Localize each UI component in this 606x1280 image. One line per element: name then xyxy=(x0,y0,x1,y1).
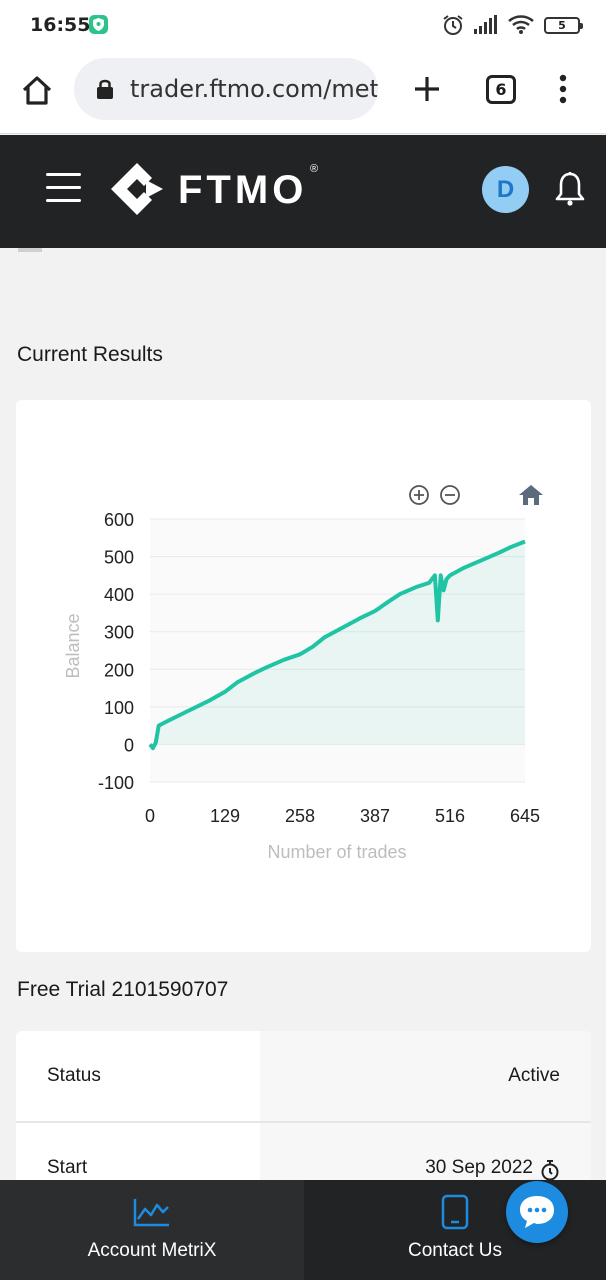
lock-icon xyxy=(97,79,113,99)
nav-account-metrix[interactable]: Account MetriX xyxy=(0,1180,304,1280)
zoom-out-icon[interactable] xyxy=(439,484,461,506)
status-icons: 5 xyxy=(442,13,583,37)
chat-button[interactable] xyxy=(506,1181,568,1243)
status-bar: 16:55 5 xyxy=(0,0,606,50)
tab-switcher-button[interactable]: 6 xyxy=(486,75,516,104)
url-text: trader.ftmo.com/metr xyxy=(130,75,378,103)
start-label: Start xyxy=(47,1157,88,1178)
status-time: 16:55 xyxy=(30,14,91,36)
app-header: FTMO ® D xyxy=(0,135,606,248)
url-bar[interactable]: trader.ftmo.com/metr xyxy=(74,58,378,120)
collapsed-element-edge xyxy=(18,248,42,252)
bell-icon[interactable] xyxy=(554,171,586,207)
chart-line-icon xyxy=(133,1199,169,1227)
home-icon[interactable] xyxy=(20,73,54,107)
hamburger-icon[interactable] xyxy=(46,171,82,205)
wifi-icon xyxy=(508,15,534,34)
signal-icon xyxy=(474,15,497,34)
nav-account-metrix-label: Account MetriX xyxy=(87,1240,217,1261)
shield-icon xyxy=(89,15,108,34)
chart-card xyxy=(16,400,591,952)
avatar[interactable]: D xyxy=(482,166,529,213)
phone-icon xyxy=(441,1194,469,1230)
nav-contact-us-label: Contact Us xyxy=(408,1240,502,1261)
home-icon[interactable] xyxy=(518,483,544,507)
plus-icon[interactable] xyxy=(410,72,444,106)
chat-bubble-icon xyxy=(520,1196,554,1228)
registered-mark: ® xyxy=(310,163,319,175)
status-label: Status xyxy=(47,1065,101,1086)
brand-name: FTMO xyxy=(178,168,308,212)
account-title: Free Trial 2101590707 xyxy=(17,978,229,1001)
ftmo-logo-icon xyxy=(111,163,163,215)
more-vert-icon[interactable] xyxy=(552,72,574,106)
battery-indicator: 5 xyxy=(544,16,583,34)
table-row: Status Active xyxy=(16,1031,591,1123)
stopwatch-icon[interactable] xyxy=(540,1159,560,1181)
alarm-icon xyxy=(443,15,463,35)
status-value: Active xyxy=(508,1065,560,1086)
zoom-in-icon[interactable] xyxy=(408,484,430,506)
start-value: 30 Sep 2022 xyxy=(425,1157,533,1178)
current-results-title: Current Results xyxy=(17,343,163,366)
browser-toolbar: trader.ftmo.com/metr 6 xyxy=(0,50,606,134)
